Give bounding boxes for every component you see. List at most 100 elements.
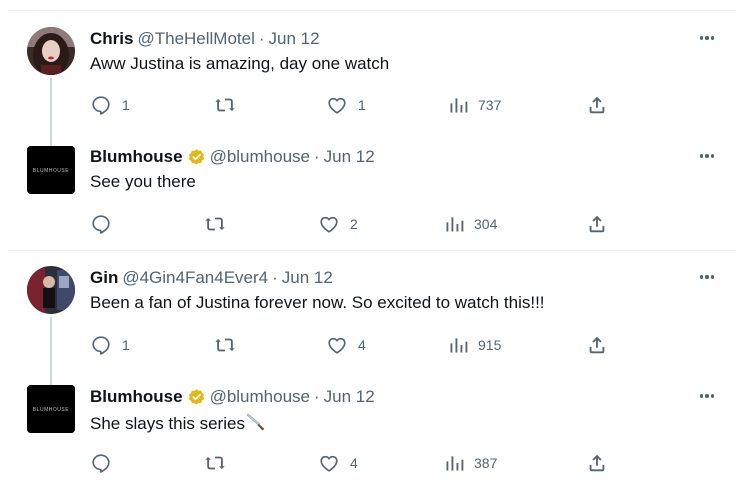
retweet-button[interactable] [214,93,246,117]
reply-button[interactable]: 1 [90,93,130,117]
share-icon [589,215,605,233]
like-count: 1 [358,97,366,113]
like-button[interactable]: 1 [326,93,366,117]
views-icon [450,338,468,353]
author-name[interactable]: Blumhouse [90,387,183,407]
like-button[interactable]: 2 [318,212,358,236]
retweet-icon [215,98,235,112]
share-icon [589,454,605,472]
reply-button[interactable]: 1 [90,333,130,357]
tweet-date[interactable]: Jun 12 [282,268,333,288]
author-handle[interactable]: @blumhouse [210,147,310,167]
views-icon [446,456,464,471]
author-name[interactable]: Gin [90,268,118,288]
tweet-date[interactable]: Jun 12 [324,147,375,167]
like-count: 2 [350,216,358,232]
view-count: 737 [478,97,502,113]
retweet-icon [205,456,225,470]
view-count: 304 [474,216,498,232]
retweet-icon [215,338,235,352]
blumhouse-logo: BLUMHOUSE [27,385,75,433]
like-icon [320,216,338,233]
more-icon[interactable] [696,388,718,404]
svg-text:BLUMHOUSE: BLUMHOUSE [33,407,69,413]
reply-icon [92,215,110,234]
like-icon [328,97,346,114]
like-icon [328,337,346,354]
retweet-button[interactable] [214,333,246,357]
separator-dot: · [258,29,265,48]
author-handle[interactable]: @TheHellMotel [137,29,254,49]
verified-badge-icon[interactable] [187,148,206,167]
tweet-text: Aww Justina is amazing, day one watch [90,54,390,73]
views-button[interactable]: 304 [444,212,497,236]
author-handle[interactable]: @blumhouse [210,387,310,407]
views-button[interactable]: 387 [444,451,497,475]
separator-dot: · [314,147,320,166]
reply-icon [92,454,110,473]
tweet-header: Chris @TheHellMotel · Jun 12 [90,28,320,50]
separator-dot: · [314,387,320,406]
blumhouse-logo: BLUMHOUSE [27,146,75,194]
avatar-image [27,266,75,314]
avatar-blumhouse[interactable]: BLUMHOUSE [27,385,75,433]
author-handle[interactable]: @4Gin4Fan4Ever4 [122,268,268,288]
like-button[interactable]: 4 [318,451,358,475]
share-button[interactable] [586,93,608,117]
reply-count: 1 [122,97,130,113]
tweet-actions: 1 1 737 [90,93,620,117]
retweet-icon [205,217,225,231]
tweet-text-container: She slays this series [90,412,268,434]
avatar-gin[interactable] [27,266,75,314]
views-icon [450,98,468,113]
svg-text:BLUMHOUSE: BLUMHOUSE [33,168,69,174]
share-icon [589,96,605,114]
reply-icon [92,96,110,115]
retweet-button[interactable] [204,451,236,475]
like-count: 4 [350,455,358,471]
tweet-actions: 4 387 [90,451,620,475]
more-icon[interactable] [696,30,718,46]
separator-dot: · [272,268,278,287]
reply-count: 1 [122,337,130,353]
thread-line [50,317,52,385]
knife-emoji-icon [246,413,265,431]
more-icon[interactable] [696,148,718,164]
views-button[interactable]: 915 [448,333,501,357]
more-icon[interactable] [696,269,718,285]
tweet-date[interactable]: Jun 12 [269,29,320,49]
like-button[interactable]: 4 [326,333,366,357]
author-name[interactable]: Blumhouse [90,147,183,167]
tweet-text: See you there [90,172,196,191]
reply-button[interactable] [90,451,122,475]
view-count: 387 [474,455,498,471]
tweet-date[interactable]: Jun 12 [324,387,375,407]
reply-button[interactable] [90,212,122,236]
share-button[interactable] [586,333,608,357]
thread-line [50,78,52,146]
top-divider [8,10,736,11]
reply-icon [92,336,110,355]
avatar-image [27,27,75,75]
like-icon [320,455,338,472]
tweet-actions: 1 4 915 [90,333,620,357]
avatar-blumhouse[interactable]: BLUMHOUSE [27,146,75,194]
author-name[interactable]: Chris [90,29,133,49]
tweet-header: Blumhouse @blumhouse · Jun 12 [90,146,375,168]
tweet-text: She slays this series [90,414,245,433]
thread-divider [8,250,736,251]
views-button[interactable]: 737 [448,93,501,117]
view-count: 915 [478,337,502,353]
tweet-text: Been a fan of Justina forever now. So ex… [90,293,545,312]
like-count: 4 [358,337,366,353]
tweet-header: Gin @4Gin4Fan4Ever4 · Jun 12 [90,267,333,289]
views-icon [446,217,464,232]
retweet-button[interactable] [204,212,236,236]
tweet-header: Blumhouse @blumhouse · Jun 12 [90,386,375,408]
tweet-actions: 2 304 [90,212,620,236]
verified-badge-icon[interactable] [187,388,206,407]
share-button[interactable] [586,212,608,236]
avatar-chris[interactable] [27,27,75,75]
share-icon [589,336,605,354]
share-button[interactable] [586,451,608,475]
